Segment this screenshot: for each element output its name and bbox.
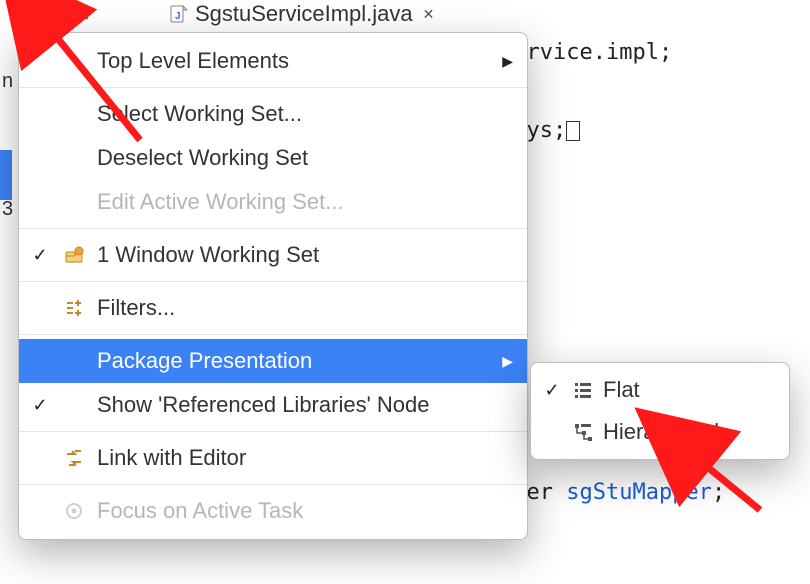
maximize-icon[interactable] [68, 4, 92, 24]
submenu-hierarchical[interactable]: Hierarchical [531, 411, 789, 453]
sidebar-fragment: n [2, 70, 13, 93]
sidebar-fragment: 3 [2, 198, 13, 221]
menu-link-with-editor[interactable]: Link with Editor [19, 436, 527, 480]
menu-show-referenced-libraries[interactable]: ✓ Show 'Referenced Libraries' Node [19, 383, 527, 427]
working-set-icon [61, 244, 87, 266]
menu-edit-active-working-set: Edit Active Working Set... [19, 180, 527, 224]
view-menu-popup: Top Level Elements ▶ Select Working Set.… [18, 32, 528, 540]
package-presentation-submenu: ✓ Flat Hierarchical [530, 362, 790, 460]
filters-icon [61, 297, 87, 319]
close-tab-icon[interactable]: ✕ [423, 6, 435, 23]
menu-deselect-working-set[interactable]: Deselect Working Set [19, 136, 527, 180]
sidebar-selection-indicator [0, 150, 12, 200]
menu-top-level-elements[interactable]: Top Level Elements ▶ [19, 39, 527, 83]
menu-select-working-set[interactable]: Select Working Set... [19, 92, 527, 136]
submenu-arrow-icon: ▶ [502, 353, 513, 370]
menu-window-working-set[interactable]: ✓ 1 Window Working Set [19, 233, 527, 277]
collapse-triangle-icon[interactable] [8, 4, 32, 24]
flat-layout-icon [571, 379, 595, 401]
editor-tab[interactable]: J SgstuServiceImpl.java ✕ [160, 0, 443, 28]
submenu-arrow-icon: ▶ [502, 53, 513, 70]
submenu-flat[interactable]: ✓ Flat [531, 369, 789, 411]
menu-focus-on-active-task: Focus on Active Task [19, 489, 527, 533]
link-editor-icon [61, 447, 87, 469]
menu-filters[interactable]: Filters... [19, 286, 527, 330]
hierarchical-layout-icon [571, 421, 595, 443]
java-file-icon: J [169, 4, 189, 24]
menu-package-presentation[interactable]: Package Presentation ▶ [19, 339, 527, 383]
focus-task-icon [61, 500, 87, 522]
svg-text:J: J [175, 11, 181, 22]
minimize-icon[interactable] [38, 4, 62, 24]
tab-label: SgstuServiceImpl.java [195, 1, 413, 27]
